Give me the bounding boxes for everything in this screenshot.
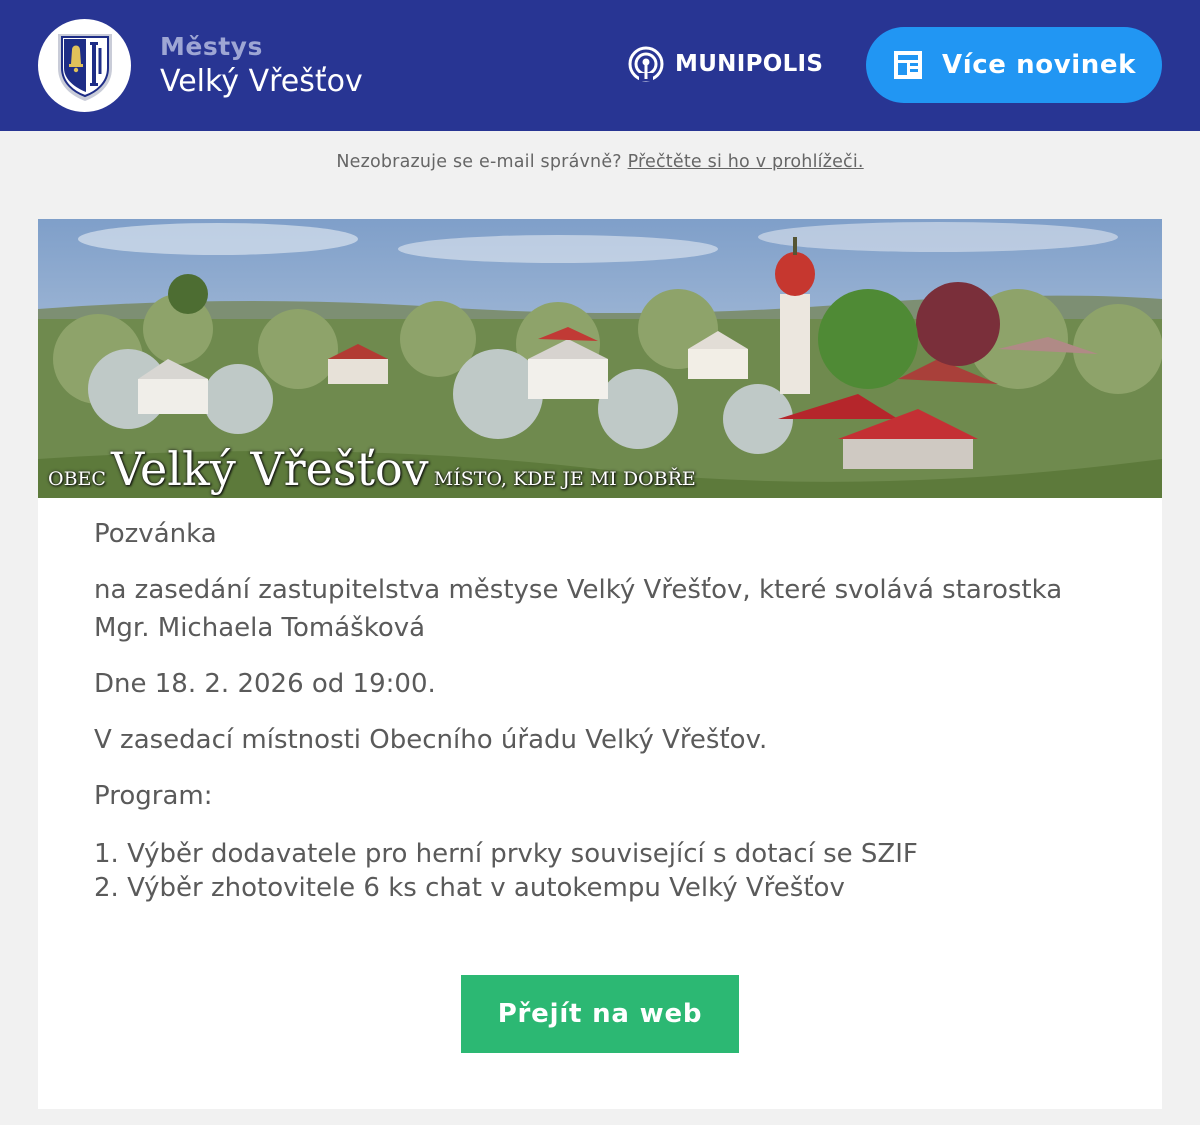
message-body: Pozvánka na zasedání zastupitelstva měst… [94,515,1104,905]
header: Městys Velký Vřešťov MUNIPOLIS Více novi… [0,0,1200,131]
broadcast-icon [628,46,664,82]
message-title: Pozvánka [94,519,217,549]
meeting-date: Dne 18. 2. 2026 od 19:00. [94,669,436,699]
agenda-list: 1. Výběr dodavatele pro herní prvky souv… [94,837,1104,905]
coat-of-arms-icon [57,33,112,101]
org-name: Velký Vřešťov [160,64,363,99]
caption-tagline: MÍSTO, KDE JE MI DOBŘE [433,468,696,490]
news-icon [894,51,922,79]
message-card: OBEC Velký Vřešťov MÍSTO, KDE JE MI DOBŘ… [38,219,1162,1109]
caption-prefix: OBEC [48,468,106,490]
village-banner-image: OBEC Velký Vřešťov MÍSTO, KDE JE MI DOBŘ… [38,219,1162,498]
message-intro: na zasedání zastupitelstva městyse Velký… [94,575,1063,643]
crest-badge[interactable] [38,19,131,112]
brand-name: MUNIPOLIS [675,51,824,77]
munipolis-logo[interactable]: MUNIPOLIS [627,45,823,83]
notice-text: Nezobrazuje se e-mail správně? [336,152,622,172]
caption-village-name: Velký Vřešťov [111,442,429,496]
banner-caption: OBEC Velký Vřešťov MÍSTO, KDE JE MI DOBŘ… [48,442,696,496]
agenda-item: 2. Výběr zhotovitele 6 ks chat v autokem… [94,873,845,903]
program-label: Program: [94,781,213,811]
more-news-label: Více novinek [942,50,1136,80]
agenda-item: 1. Výběr dodavatele pro herní prvky souv… [94,839,918,869]
meeting-place: V zasedací místnosti Obecního úřadu Velk… [94,725,768,755]
go-to-web-button[interactable]: Přejít na web [461,975,739,1053]
browser-notice: Nezobrazuje se e-mail správně? Přečtěte … [0,152,1200,172]
more-news-button[interactable]: Více novinek [866,27,1162,103]
org-type: Městys [160,32,263,61]
view-in-browser-link[interactable]: Přečtěte si ho v prohlížeči. [628,152,864,172]
